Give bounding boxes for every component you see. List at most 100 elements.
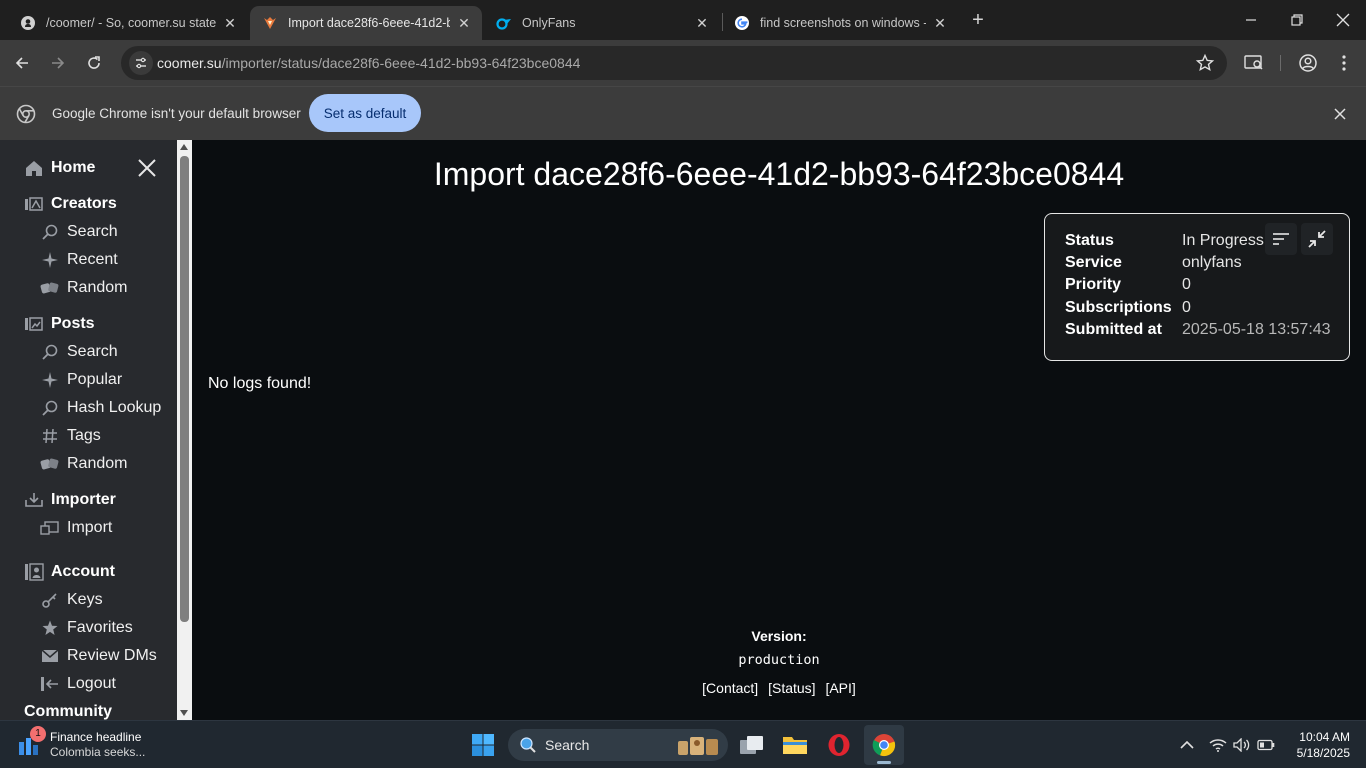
sidebar-home[interactable]: Home — [24, 156, 95, 180]
search-highlight-icon — [678, 737, 718, 755]
address-bar[interactable]: coomer.su/importer/status/dace28f6-6eee-… — [121, 46, 1227, 80]
screen: /coomer/ - So, coomer.su state ✕ Import … — [0, 0, 1366, 768]
collapse-icon[interactable] — [1301, 223, 1333, 255]
news-subtitle: Colombia seeks... — [50, 745, 146, 759]
site-info-icon[interactable] — [129, 51, 153, 75]
windows-taskbar: 1 Finance headline Colombia seeks... Sea… — [0, 720, 1366, 768]
subscriptions-value: 0 — [1182, 299, 1191, 316]
sidebar-item-posts-random[interactable]: Random — [40, 452, 127, 476]
sidebar-item-keys[interactable]: Keys — [40, 588, 103, 612]
priority-row: Priority 0 — [1065, 276, 1191, 298]
import-status-card: Status In Progress Service onlyfans Prio… — [1044, 213, 1350, 361]
no-logs-message: No logs found! — [208, 375, 312, 392]
sidebar-scrollbar[interactable] — [177, 140, 192, 720]
page-title: Import dace28f6-6eee-41d2-bb93-64f23bce0… — [433, 156, 1125, 192]
wifi-icon[interactable] — [1208, 735, 1228, 755]
close-infobar-icon[interactable] — [1330, 104, 1350, 124]
posts-icon — [24, 314, 44, 334]
sidebar-item-import[interactable]: Import — [40, 516, 112, 540]
tab-strip: /coomer/ - So, coomer.su state ✕ Import … — [0, 0, 1366, 40]
sidebar-item-posts-search[interactable]: Search — [40, 340, 118, 364]
home-icon — [24, 158, 44, 178]
sidebar: Home Creators Search Recent Random Posts… — [0, 140, 177, 720]
version-value: production — [738, 652, 820, 668]
status-row: Status In Progress — [1065, 232, 1264, 254]
sidebar-section-importer[interactable]: Importer — [24, 488, 116, 512]
scrollbar-thumb[interactable] — [180, 156, 189, 622]
close-icon[interactable]: ✕ — [456, 15, 472, 31]
sidebar-item-posts-hash-lookup[interactable]: Hash Lookup — [40, 396, 161, 420]
close-icon[interactable]: ✕ — [222, 15, 238, 31]
footer-links: [Contact] [Status] [API] — [192, 680, 1366, 696]
status-link[interactable]: [Status] — [768, 680, 815, 696]
reload-icon[interactable] — [82, 51, 106, 75]
tab-coomer-github[interactable]: /coomer/ - So, coomer.su state ✕ — [8, 6, 248, 40]
tab-google-search[interactable]: find screenshots on windows - G ✕ — [722, 6, 958, 40]
sidebar-item-creators-search[interactable]: Search — [40, 220, 118, 244]
subscriptions-key: Subscriptions — [1065, 299, 1172, 316]
opera-icon[interactable] — [823, 729, 855, 761]
task-view-icon[interactable] — [736, 729, 768, 761]
sparkle-icon — [40, 250, 60, 270]
submitted-key: Submitted at — [1065, 321, 1162, 338]
api-link[interactable]: [API] — [825, 680, 855, 696]
github-icon — [20, 15, 36, 31]
back-icon[interactable] — [10, 51, 34, 75]
import-icon — [40, 518, 60, 538]
sort-icon[interactable] — [1265, 223, 1297, 255]
windows-start-icon[interactable] — [467, 729, 499, 761]
tab-import[interactable]: Import dace28f6-6eee-41d2-bb ✕ — [250, 6, 482, 40]
sparkle-icon — [40, 370, 60, 390]
sidebar-item-label: Search — [67, 223, 118, 240]
sidebar-item-label: Popular — [67, 371, 123, 388]
sidebar-section-creators[interactable]: Creators — [24, 192, 117, 216]
forward-icon[interactable] — [46, 51, 70, 75]
dice-icon — [40, 278, 60, 298]
news-title: Finance headline — [50, 730, 142, 744]
menu-kebab-icon[interactable] — [1332, 51, 1356, 75]
sidebar-item-label: Hash Lookup — [67, 399, 162, 416]
system-clock[interactable]: 10:04 AM 5/18/2025 — [1284, 729, 1350, 761]
sidebar-item-review-dms[interactable]: Review DMs — [40, 644, 157, 668]
file-explorer-icon[interactable] — [779, 729, 811, 761]
close-icon[interactable]: ✕ — [932, 15, 948, 31]
search-icon — [520, 737, 536, 753]
contact-link[interactable]: [Contact] — [702, 680, 758, 696]
chrome-taskbar-button[interactable] — [864, 725, 904, 765]
sidebar-item-posts-popular[interactable]: Popular — [40, 368, 122, 392]
profile-icon[interactable] — [1296, 51, 1320, 75]
close-window-icon[interactable] — [1331, 8, 1355, 32]
sidebar-item-label: Search — [67, 343, 118, 360]
sidebar-item-posts-tags[interactable]: Tags — [40, 424, 101, 448]
set-as-default-button[interactable]: Set as default — [309, 94, 421, 132]
sidebar-item-favorites[interactable]: Favorites — [40, 616, 133, 640]
sidebar-section-community[interactable]: Community — [24, 700, 112, 720]
submitted-row: Submitted at 2025-05-18 13:57:43 — [1065, 321, 1331, 343]
close-icon[interactable]: ✕ — [694, 15, 710, 31]
cast-search-icon[interactable] — [1242, 51, 1266, 75]
bookmark-star-icon[interactable] — [1195, 53, 1215, 73]
sidebar-section-account[interactable]: Account — [24, 560, 115, 584]
volume-icon[interactable] — [1232, 735, 1252, 755]
new-tab-button[interactable]: + — [966, 10, 990, 30]
restore-icon[interactable] — [1285, 8, 1309, 32]
scroll-down-arrow[interactable] — [180, 710, 188, 716]
tab-onlyfans[interactable]: OnlyFans ✕ — [484, 6, 720, 40]
close-sidebar-icon[interactable] — [136, 157, 158, 179]
sidebar-section-label: Account — [51, 563, 115, 580]
sidebar-item-logout[interactable]: Logout — [40, 672, 116, 696]
sidebar-item-creators-recent[interactable]: Recent — [40, 248, 118, 272]
taskbar-search[interactable]: Search — [508, 729, 728, 761]
sidebar-item-creators-random[interactable]: Random — [40, 276, 127, 300]
importer-icon — [24, 490, 44, 510]
battery-icon[interactable] — [1256, 735, 1276, 755]
chevron-up-icon[interactable] — [1177, 735, 1197, 755]
status-key: Status — [1065, 232, 1114, 249]
service-value: onlyfans — [1182, 254, 1242, 271]
minimize-icon[interactable] — [1239, 8, 1263, 32]
priority-value: 0 — [1182, 276, 1191, 293]
chrome-icon — [16, 104, 36, 124]
scroll-up-arrow[interactable] — [180, 144, 188, 150]
tab-title: OnlyFans — [522, 16, 576, 30]
sidebar-section-posts[interactable]: Posts — [24, 312, 95, 336]
